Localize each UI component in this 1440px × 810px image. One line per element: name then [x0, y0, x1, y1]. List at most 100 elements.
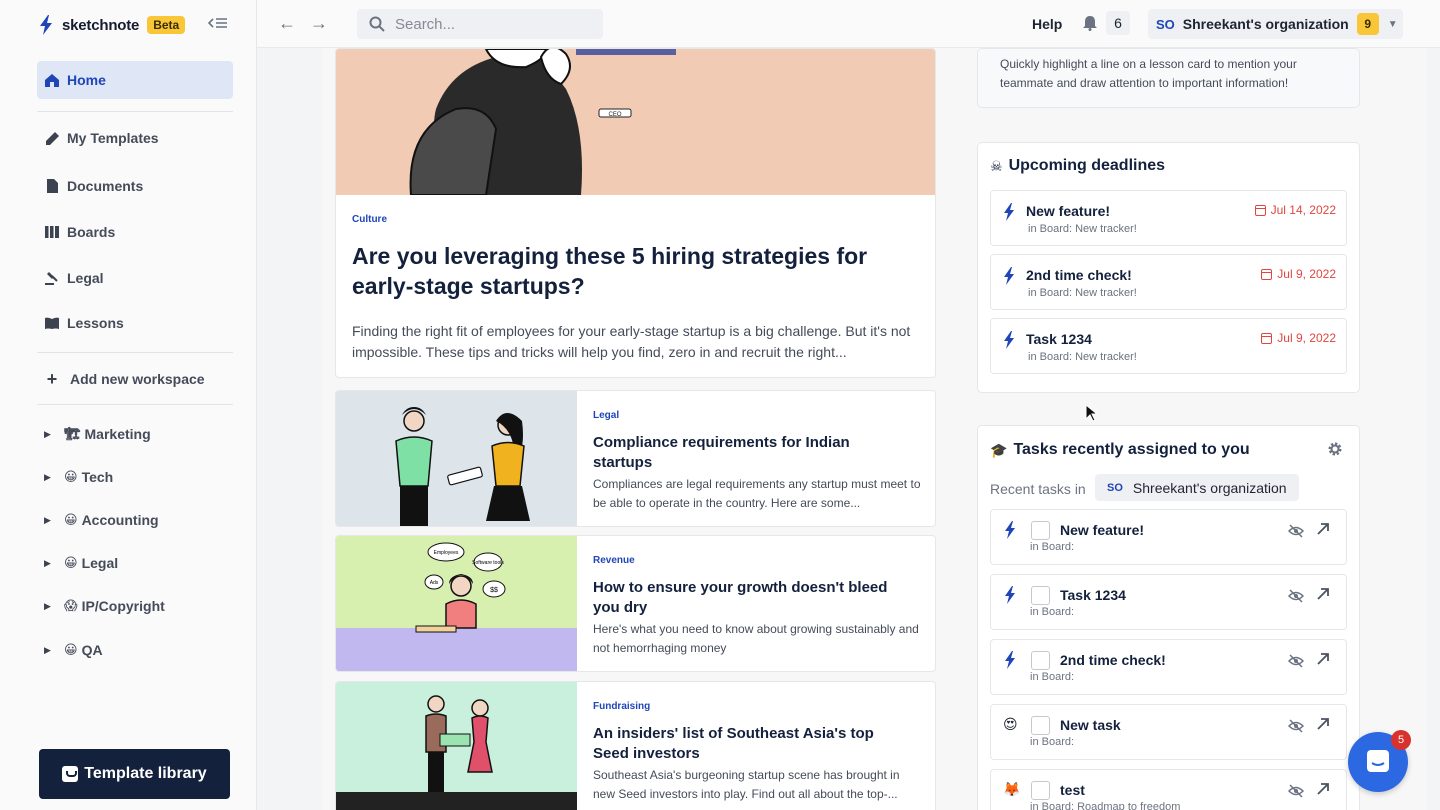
workspace-item-accounting[interactable]: ▶ 😀 Accounting [40, 505, 233, 535]
article-title[interactable]: Are you leveraging these 5 hiring strate… [352, 241, 912, 301]
add-workspace-button[interactable]: + Add new workspace [37, 360, 233, 398]
open-external-icon[interactable] [1316, 587, 1330, 601]
eye-off-icon[interactable] [1288, 589, 1304, 603]
task-item[interactable]: Task 1234 in Board: [990, 574, 1347, 630]
deadline-item[interactable]: Task 1234 in Board: New tracker! Jul 9, … [990, 318, 1347, 374]
graduation-cap-icon: 🎓 [990, 441, 1008, 458]
ceo-badge-text: CEO [608, 112, 621, 118]
caret-right-icon[interactable]: ▶ [44, 472, 52, 483]
bell-icon[interactable] [1082, 15, 1098, 31]
eye-off-icon[interactable] [1288, 719, 1304, 733]
article-card[interactable]: Legal Compliance requirements for Indian… [335, 390, 936, 527]
back-arrow-icon[interactable]: ← [277, 13, 297, 33]
forward-arrow-icon[interactable]: → [309, 13, 329, 33]
sidebar-divider [37, 111, 233, 112]
article-thumbnail: Employees Software tools Ads $$ [336, 536, 577, 671]
thumb-bubble-label: Ads [430, 580, 439, 586]
task-name: New task [1060, 717, 1121, 733]
org-abbr: SO [1107, 481, 1123, 494]
workspace-item-tech[interactable]: ▶ 😀 Tech [40, 462, 233, 492]
task-board: in Board: [1030, 606, 1075, 618]
workspace-item-legal[interactable]: ▶ 😀 Legal [40, 548, 233, 578]
task-name: test [1060, 782, 1085, 798]
calendar-icon [1254, 204, 1266, 216]
task-checkbox[interactable] [1031, 716, 1050, 735]
task-checkbox[interactable] [1031, 586, 1050, 605]
plus-icon: + [46, 368, 58, 389]
workspace-label: Marketing [84, 426, 151, 442]
article-thumbnail [336, 682, 577, 810]
article-description: Compliances are legal requirements any s… [593, 477, 921, 510]
task-item[interactable]: 🦊 test in Board: Roadmap to freedom [990, 769, 1347, 810]
template-library-button[interactable]: Template library [39, 749, 230, 799]
notification-count[interactable]: 6 [1106, 11, 1130, 35]
sidebar-item-legal[interactable]: Legal [37, 259, 233, 297]
workspace-item-marketing[interactable]: ▶ 🏗 Marketing [40, 419, 233, 449]
task-item[interactable]: 😍 New task in Board: [990, 704, 1347, 760]
sidebar-item-label: My Templates [67, 130, 159, 146]
document-icon [45, 179, 59, 193]
deadline-date: Jul 9, 2022 [1261, 267, 1336, 281]
caret-right-icon[interactable]: ▶ [44, 645, 52, 656]
tip-text: Quickly highlight a line on a lesson car… [1000, 57, 1297, 90]
deadline-name: New feature! [1026, 203, 1111, 219]
fox-emoji-icon: 🦊 [1003, 781, 1021, 797]
sidebar-item-lessons[interactable]: Lessons [37, 304, 233, 342]
org-count-badge: 9 [1356, 13, 1379, 35]
recent-tasks-org-selector[interactable]: SO Shreekant's organization [1095, 474, 1299, 501]
thumb-bubble-label: $$ [490, 587, 498, 594]
panel-title-text: Tasks recently assigned to you [1013, 441, 1250, 458]
help-link[interactable]: Help [1032, 16, 1062, 32]
eye-off-icon[interactable] [1288, 784, 1304, 798]
home-icon [45, 73, 59, 87]
caret-right-icon[interactable]: ▶ [44, 429, 52, 440]
sidebar-item-documents[interactable]: Documents [37, 167, 233, 205]
workspace-item-ip-copyright[interactable]: ▶ 😱 IP/Copyright [40, 591, 233, 621]
collapse-sidebar-icon[interactable] [207, 15, 229, 35]
task-board: in Board: [1030, 736, 1075, 748]
hero-article-card[interactable]: CEO Culture Are you leveraging these 5 h… [335, 48, 936, 378]
search-input[interactable] [395, 15, 585, 33]
deadline-item[interactable]: New feature! in Board: New tracker! Jul … [990, 190, 1347, 246]
article-card[interactable]: Fundraising An insiders' list of Southea… [335, 681, 936, 810]
eye-off-icon[interactable] [1288, 654, 1304, 668]
article-title[interactable]: How to ensure your growth doesn't bleed … [593, 578, 913, 618]
search-box[interactable] [357, 9, 603, 39]
task-checkbox[interactable] [1031, 521, 1050, 540]
open-external-icon[interactable] [1316, 717, 1330, 731]
article-description: Southeast Asia's burgeoning startup scen… [593, 768, 900, 801]
task-board: in Board: [1030, 671, 1075, 683]
workspace-item-qa[interactable]: ▶ 😀 QA [40, 635, 233, 665]
task-checkbox[interactable] [1031, 651, 1050, 670]
article-card[interactable]: Employees Software tools Ads $$ Revenue … [335, 535, 936, 672]
org-name: Shreekant's organization [1132, 479, 1287, 496]
eye-off-icon[interactable] [1288, 524, 1304, 538]
article-title[interactable]: An insiders' list of Southeast Asia's to… [593, 724, 913, 764]
open-external-icon[interactable] [1316, 522, 1330, 536]
deadline-item[interactable]: 2nd time check! in Board: New tracker! J… [990, 254, 1347, 310]
heart-eyes-emoji-icon: 😍 [1003, 716, 1018, 732]
task-item[interactable]: 2nd time check! in Board: [990, 639, 1347, 695]
gear-icon[interactable] [1327, 441, 1343, 457]
caret-right-icon[interactable]: ▶ [44, 601, 52, 612]
sidebar-divider [37, 404, 233, 405]
task-checkbox[interactable] [1031, 781, 1050, 800]
article-category: Culture [352, 214, 387, 225]
task-item[interactable]: New feature! in Board: [990, 509, 1347, 565]
sidebar-item-my-templates[interactable]: My Templates [37, 119, 233, 157]
caret-right-icon[interactable]: ▶ [44, 515, 52, 526]
panel-title: 🎓 Tasks recently assigned to you [990, 441, 1250, 459]
deadline-board: in Board: New tracker! [1028, 287, 1137, 299]
workspace-emoji: 😀 [64, 642, 78, 657]
chevron-down-icon: ▼ [1387, 18, 1398, 30]
sidebar-item-home[interactable]: Home [37, 61, 233, 99]
open-external-icon[interactable] [1316, 652, 1330, 666]
caret-right-icon[interactable]: ▶ [44, 558, 52, 569]
org-switcher[interactable]: SO Shreekant's organization 9 ▼ [1148, 9, 1403, 39]
open-external-icon[interactable] [1316, 782, 1330, 796]
workspace-label: Accounting [81, 512, 159, 528]
article-title[interactable]: Compliance requirements for Indian start… [593, 433, 913, 473]
brand[interactable]: sketchnote Beta [38, 14, 186, 36]
sidebar-item-boards[interactable]: Boards [37, 213, 233, 251]
task-name: New feature! [1060, 522, 1145, 538]
